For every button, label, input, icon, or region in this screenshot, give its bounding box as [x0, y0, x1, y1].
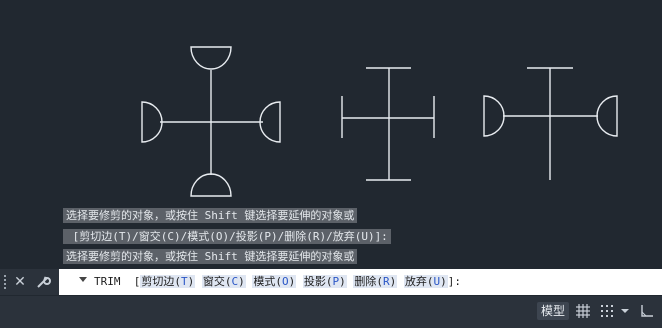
- option-crossing[interactable]: 窗交(C): [201, 275, 246, 288]
- snap-grid-icon[interactable]: [598, 302, 616, 320]
- command-bar: ✕ TRIM [剪切边(T) 窗交(C) 模式(O) 投影(P) 删除(R) 放…: [0, 269, 662, 295]
- history-line-2: [剪切边(T)/窗交(C)/模式(O)/投影(P)/删除(R)/放弃(U)]:: [63, 229, 391, 244]
- option-cut-edge[interactable]: 剪切边(T): [140, 275, 196, 288]
- close-icon[interactable]: ✕: [12, 273, 28, 291]
- cross-with-end-bars: [341, 67, 435, 181]
- drag-grip-icon[interactable]: [4, 275, 8, 289]
- model-tab[interactable]: 模型: [537, 302, 570, 320]
- history-line-1: 选择要修剪的对象，或按住 Shift 键选择要延伸的对象或: [63, 208, 358, 223]
- command-name: TRIM: [94, 275, 121, 288]
- cross-with-four-semicircles: [141, 46, 281, 197]
- drawing-canvas[interactable]: 选择要修剪的对象，或按住 Shift 键选择要延伸的对象或 [剪切边(T)/窗交…: [0, 0, 662, 270]
- status-bar: 模型: [0, 296, 662, 328]
- bracket-close: ]:: [447, 275, 461, 288]
- option-projection[interactable]: 投影(P): [302, 275, 347, 288]
- history-line-3: 选择要修剪的对象，或按住 Shift 键选择要延伸的对象或: [63, 249, 358, 264]
- cross-with-side-semicircles: [483, 67, 618, 180]
- dropdown-arrow-icon[interactable]: [79, 277, 87, 282]
- wrench-icon[interactable]: [35, 273, 51, 291]
- option-mode[interactable]: 模式(O): [252, 275, 297, 288]
- chevron-down-icon[interactable]: [619, 302, 631, 320]
- option-undo[interactable]: 放弃(U): [403, 275, 448, 288]
- ortho-icon[interactable]: [638, 302, 656, 320]
- command-line: TRIM [剪切边(T) 窗交(C) 模式(O) 投影(P) 删除(R) 放弃(…: [94, 274, 461, 290]
- grid-icon[interactable]: [574, 302, 592, 320]
- option-erase[interactable]: 删除(R): [353, 275, 398, 288]
- command-input[interactable]: TRIM [剪切边(T) 窗交(C) 模式(O) 投影(P) 删除(R) 放弃(…: [59, 269, 662, 295]
